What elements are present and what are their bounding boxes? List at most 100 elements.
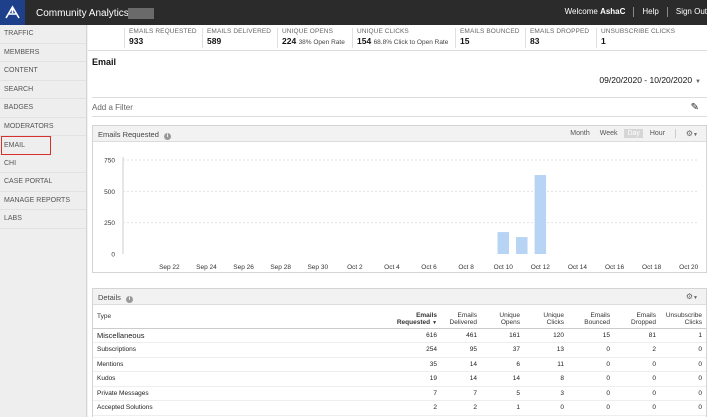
table-cell: 14: [441, 371, 482, 387]
table-row: Mentions 35 14 6 11 0 0 0: [93, 357, 706, 372]
signout-link[interactable]: Sign Out: [676, 7, 707, 16]
add-filter-button[interactable]: Add a Filter: [92, 103, 133, 112]
column-header-emails-bounced[interactable]: Emails Bounced: [567, 306, 614, 329]
column-header-emails-requested[interactable]: Emails Requested ▼: [392, 306, 442, 329]
gear-icon[interactable]: ⚙▼: [686, 129, 698, 138]
table-cell: 81: [613, 328, 660, 343]
pencil-icon[interactable]: ✎: [691, 102, 699, 113]
table-cell: 0: [567, 371, 614, 387]
x-tick-label: Oct 16: [605, 264, 625, 271]
sidebar-item-labs[interactable]: LABS: [0, 210, 86, 229]
sidebar-item-email[interactable]: EMAIL: [1, 136, 51, 155]
column-header-label: Emails Requested: [396, 311, 438, 326]
logo-icon: [5, 5, 20, 19]
sidebar-item-search[interactable]: SEARCH: [0, 81, 86, 99]
y-tick-label: 250: [104, 220, 115, 227]
x-tick-label: Oct 20: [679, 264, 699, 271]
date-range-picker[interactable]: 09/20/2020 - 10/20/2020 ▼: [599, 75, 701, 85]
chart-bar: [497, 232, 509, 254]
stat-number: 224: [282, 36, 297, 46]
column-header-unsubscribe-clicks[interactable]: Unsubscribe Clicks: [659, 306, 706, 329]
x-tick-label: Sep 22: [159, 264, 180, 271]
sort-desc-icon: ▼: [432, 319, 438, 326]
stat-value: 154 68.8% Click to Open Rate: [357, 36, 448, 46]
table-cell: 13: [524, 342, 568, 358]
details-panel: Details i ⚙▼ Type Emails Requested ▼ Email…: [92, 288, 707, 417]
table-cell-type: Subscriptions: [93, 342, 393, 358]
x-tick-label: Oct 8: [458, 264, 474, 271]
table-cell: 35: [392, 357, 442, 372]
table-cell: 7: [392, 386, 442, 401]
table-cell: 0: [613, 400, 660, 416]
stat-emails-dropped: EMAILS DROPPED 83: [525, 28, 589, 48]
table-cell-type: Mentions: [93, 357, 393, 372]
table-cell: 2: [613, 342, 660, 358]
panel-title-text: Emails Requested: [98, 130, 159, 139]
table-cell: 14: [441, 357, 482, 372]
granularity-month[interactable]: Month: [567, 129, 592, 138]
welcome-text: Welcome AshaC: [565, 7, 626, 16]
help-link[interactable]: Help: [642, 7, 658, 16]
stat-emails-delivered: EMAILS DELIVERED 589: [202, 28, 271, 48]
community-name-redacted: [128, 8, 154, 19]
x-tick-label: Sep 28: [270, 264, 291, 271]
table-cell: 254: [392, 342, 442, 358]
x-tick-label: Oct 14: [568, 264, 588, 271]
sidebar-item-case-portal[interactable]: CASE PORTAL: [0, 173, 86, 192]
table-row: Miscellaneous 616 461 161 120 15 81 1: [93, 328, 706, 343]
x-tick-label: Sep 30: [307, 264, 328, 271]
table-cell: 0: [524, 400, 568, 416]
user-name[interactable]: AshaC: [600, 7, 625, 16]
info-icon[interactable]: i: [125, 296, 133, 303]
stat-label: EMAILS DROPPED: [530, 28, 590, 35]
stat-unsubscribe-clicks: UNSUBSCRIBE CLICKS 1: [596, 28, 675, 48]
table-cell: 461: [441, 328, 482, 343]
x-tick-label: Oct 6: [421, 264, 437, 271]
sidebar-item-badges[interactable]: BADGES: [0, 99, 86, 118]
sidebar-item-chi[interactable]: CHI: [0, 155, 86, 173]
x-tick-label: Oct 18: [642, 264, 662, 271]
app-logo[interactable]: [0, 0, 25, 25]
granularity-hour[interactable]: Hour: [647, 129, 668, 138]
table-cell: 0: [567, 400, 614, 416]
sidebar-item-content[interactable]: CONTENT: [0, 62, 86, 81]
column-header-emails-delivered[interactable]: Emails Delivered: [441, 306, 482, 329]
stat-sub: 68.8% Click to Open Rate: [373, 39, 449, 46]
panel-title: Details i: [98, 293, 133, 303]
column-header-unique-clicks[interactable]: Unique Clicks: [524, 306, 568, 329]
column-header-type[interactable]: Type: [93, 306, 393, 329]
info-icon[interactable]: i: [163, 133, 171, 140]
table-cell: 6: [481, 357, 524, 372]
stat-emails-bounced: EMAILS BOUNCED 15: [455, 28, 520, 48]
granularity-toggle: Month Week Day Hour: [565, 129, 676, 139]
x-tick-label: Oct 12: [531, 264, 551, 271]
table-cell: 95: [441, 342, 482, 358]
table-cell: 0: [567, 386, 614, 401]
table-cell: 616: [392, 328, 442, 343]
stat-unique-clicks: UNIQUE CLICKS 154 68.8% Click to Open Ra…: [352, 28, 448, 48]
table-cell: 0: [659, 357, 706, 372]
x-tick-label: Sep 26: [233, 264, 254, 271]
sidebar-item-traffic[interactable]: TRAFFIC: [0, 25, 86, 44]
table-cell: 0: [659, 371, 706, 387]
table-cell: 0: [659, 342, 706, 358]
sidebar-item-manage-reports[interactable]: MANAGE REPORTS: [0, 192, 86, 210]
sidebar-item-members[interactable]: MEMBERS: [0, 44, 86, 62]
table-cell: 2: [441, 400, 482, 416]
main-content: EMAILS REQUESTED 933 EMAILS DELIVERED 58…: [88, 25, 707, 417]
column-header-emails-dropped[interactable]: Emails Dropped: [613, 306, 660, 329]
sidebar: TRAFFIC MEMBERS CONTENT SEARCH BADGES MO…: [0, 25, 87, 417]
sidebar-item-moderators[interactable]: MODERATORS: [0, 118, 86, 136]
y-tick-label: 750: [104, 158, 115, 165]
table-cell: 2: [392, 400, 442, 416]
stat-value: 1: [601, 36, 606, 46]
column-header-unique-opens[interactable]: Unique Opens: [481, 306, 524, 329]
welcome-prefix: Welcome: [564, 7, 598, 17]
chevron-down-icon: ▼: [695, 79, 701, 85]
granularity-day[interactable]: Day: [624, 129, 643, 139]
table-row: Kudos 19 14 14 8 0 0 0: [93, 371, 706, 387]
gear-icon[interactable]: ⚙▼: [686, 292, 698, 301]
stat-value: 933: [129, 36, 144, 46]
granularity-week[interactable]: Week: [597, 129, 621, 138]
table-cell: 8: [524, 371, 568, 387]
